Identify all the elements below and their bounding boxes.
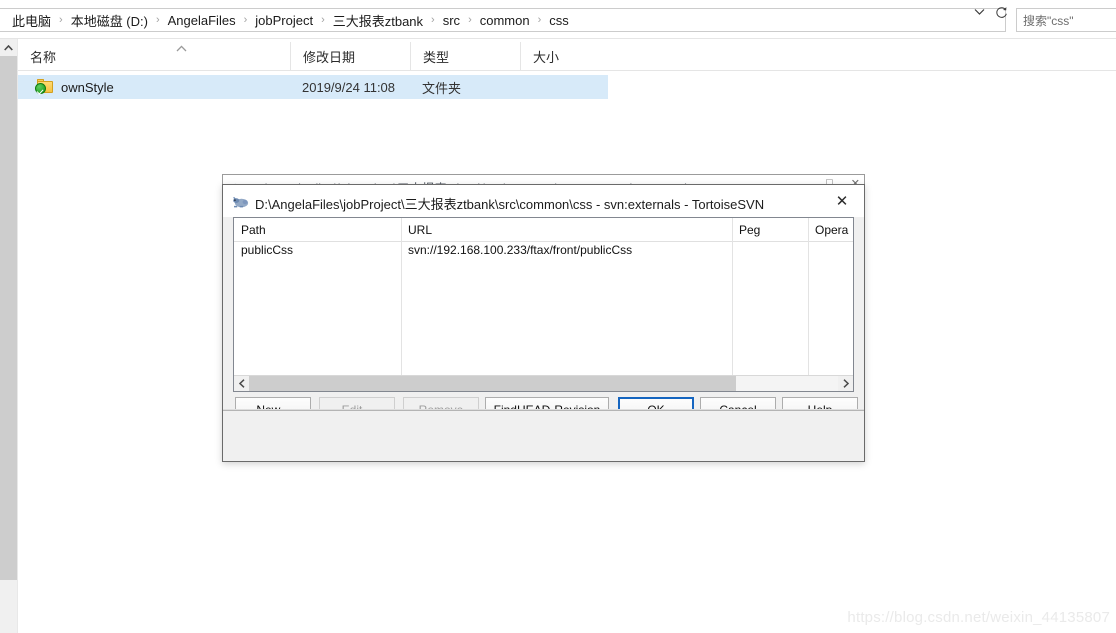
externals-column-header-4[interactable]: Opera <box>808 218 853 241</box>
column-header-1[interactable]: 名称 <box>18 42 290 70</box>
breadcrumb-separator-icon: › <box>155 14 160 26</box>
table-row[interactable]: publicCss svn://192.168.100.233/ftax/fron… <box>234 241 853 261</box>
navigation-pane-scrollbar[interactable] <box>0 39 18 633</box>
column-header-2[interactable]: 修改日期 <box>290 42 410 70</box>
breadcrumb-item-1[interactable]: 此电脑 <box>8 9 55 32</box>
watermark: https://blog.csdn.net/weixin_44135807 <box>847 609 1110 626</box>
breadcrumb-item-3[interactable]: AngelaFiles <box>164 11 240 30</box>
tortoisesvn-icon <box>232 194 249 209</box>
close-icon[interactable]: ✕ <box>820 185 864 216</box>
breadcrumb-separator-icon: › <box>321 14 325 26</box>
breadcrumb-item-5[interactable]: 三大报表ztbank <box>329 9 427 32</box>
breadcrumb-item-6[interactable]: src <box>439 11 464 30</box>
scrollbar-thumb[interactable] <box>249 376 736 391</box>
file-type: 文件夹 <box>422 80 462 96</box>
chevron-down-icon[interactable] <box>968 1 990 23</box>
breadcrumb-separator-icon: › <box>59 14 63 26</box>
refresh-icon[interactable] <box>990 1 1012 23</box>
breadcrumb-separator-icon: › <box>431 14 435 26</box>
breadcrumb-separator-icon: › <box>537 14 542 26</box>
scroll-right-icon[interactable] <box>838 376 853 391</box>
folder-icon <box>35 79 53 95</box>
breadcrumb-item-7[interactable]: common <box>476 11 534 30</box>
file-name: ownStyle <box>61 79 114 95</box>
address-bar: 此电脑 › 本地磁盘 (D:) › AngelaFiles › jobProject › 三大报… <box>0 0 1116 39</box>
horizontal-scrollbar[interactable] <box>234 375 853 391</box>
breadcrumb-item-4[interactable]: jobProject <box>251 11 317 30</box>
externals-column-header-3[interactable]: Peg <box>732 218 808 241</box>
scrollbar-thumb[interactable] <box>0 56 17 580</box>
dialog-status-bar <box>223 410 864 428</box>
externals-list-header[interactable]: Path URL Peg Opera <box>234 218 853 242</box>
cell-url: svn://192.168.100.233/ftax/front/publicC… <box>408 243 633 257</box>
column-header-4[interactable]: 大小 <box>520 42 608 70</box>
breadcrumb-separator-icon: › <box>243 14 248 26</box>
dialog-title-bar[interactable]: D:\AngelaFiles\jobProject\三大报表ztbank\src… <box>223 185 864 217</box>
externals-column-header-2[interactable]: URL <box>401 218 732 241</box>
svn-externals-dialog: D:\AngelaFiles\jobProject\三大报表ztbank\src… <box>222 184 865 462</box>
search-input[interactable]: 搜索"css" <box>1016 8 1116 32</box>
file-list-item[interactable]: ownStyle 2019/9/24 11:08 文件夹 <box>18 75 608 99</box>
column-header-3[interactable]: 类型 <box>410 42 520 70</box>
breadcrumb-item-8[interactable]: css <box>545 11 573 30</box>
sort-ascending-icon <box>176 44 187 54</box>
breadcrumb-item-2[interactable]: 本地磁盘 (D:) <box>67 9 152 32</box>
cell-path: publicCss <box>241 243 294 257</box>
file-list-header: 名称 修改日期 类型 大小 <box>18 42 1116 71</box>
dialog-body: Path URL Peg Opera publicCss svn://192.168.1… <box>223 217 864 428</box>
breadcrumb[interactable]: 此电脑 › 本地磁盘 (D:) › AngelaFiles › jobProject › 三大报… <box>0 8 1006 32</box>
svn-normal-overlay-icon <box>35 83 46 94</box>
file-modified-date: 2019/9/24 11:08 <box>302 79 396 95</box>
scroll-left-icon[interactable] <box>234 376 249 391</box>
scroll-up-icon[interactable] <box>0 39 17 56</box>
externals-list[interactable]: Path URL Peg Opera publicCss svn://192.168.1… <box>233 217 854 392</box>
breadcrumb-separator-icon: › <box>468 14 472 26</box>
dialog-title: D:\AngelaFiles\jobProject\三大报表ztbank\src… <box>255 197 765 212</box>
externals-column-header-1[interactable]: Path <box>234 218 401 241</box>
